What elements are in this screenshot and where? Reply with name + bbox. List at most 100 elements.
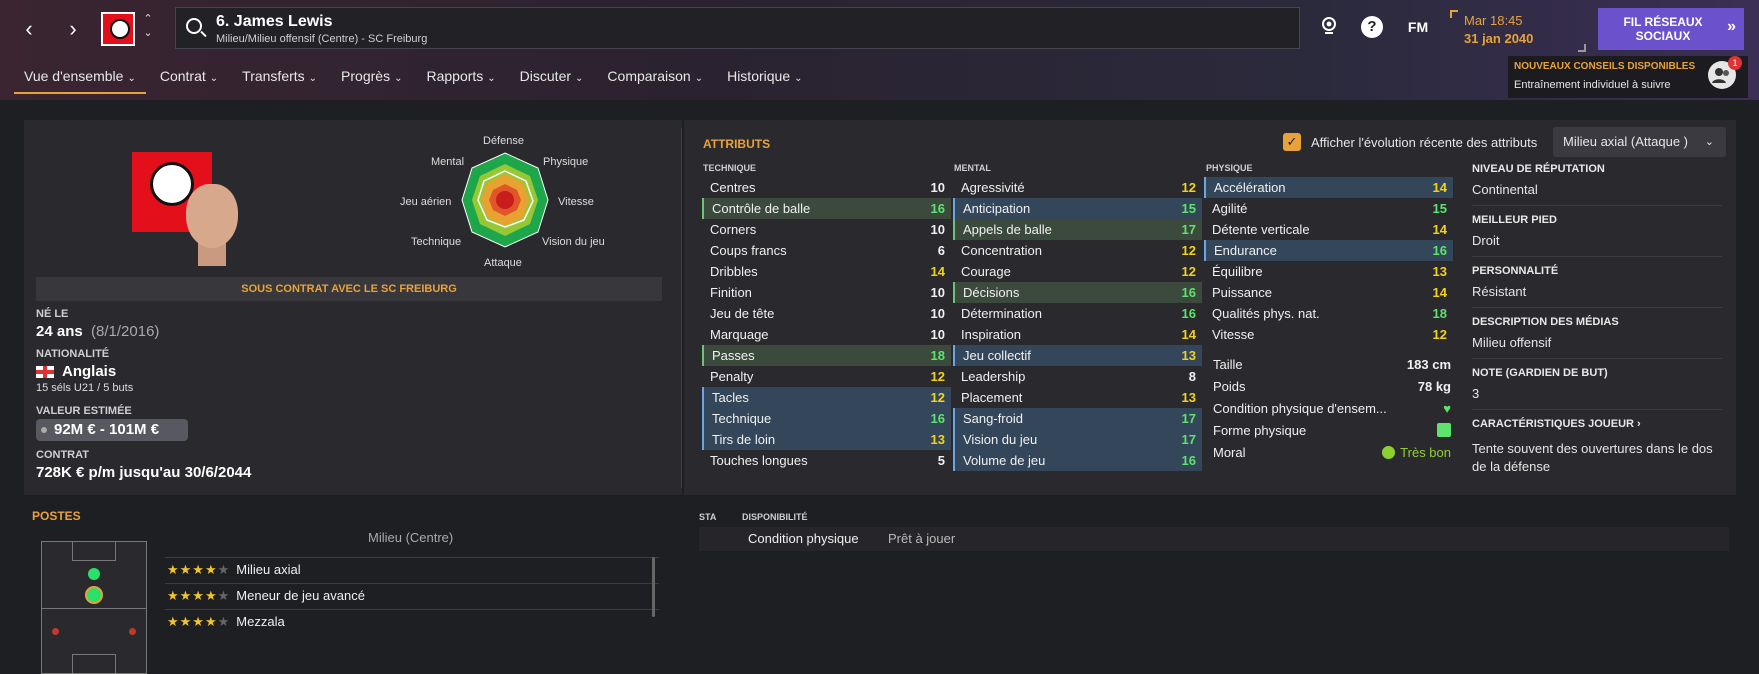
attribute-row[interactable]: Agilité 15 (1204, 198, 1453, 219)
double-chevron-icon: » (1727, 18, 1736, 35)
role-dropdown[interactable]: Milieu axial (Attaque ) ⌄ (1553, 127, 1726, 157)
player-name: 6. James Lewis (216, 13, 333, 30)
attribute-value: 18 (930, 348, 945, 363)
attribute-row[interactable]: Endurance 16 (1204, 240, 1453, 261)
attribute-name: Marquage (710, 327, 769, 342)
attribute-row[interactable]: Finition 10 (702, 282, 951, 303)
tab-1[interactable]: Contrat ⌄ (150, 64, 228, 94)
search-icon[interactable] (186, 18, 202, 34)
attribute-row[interactable]: Qualités phys. nat. 18 (1204, 303, 1453, 324)
attribute-row[interactable]: Corners 10 (702, 219, 951, 240)
attribute-row[interactable]: Décisions 16 (953, 282, 1202, 303)
attribute-row[interactable]: Dribbles 14 (702, 261, 951, 282)
attribute-row[interactable]: Détente verticale 14 (1204, 219, 1453, 240)
show-recent-checkbox[interactable]: ✓ (1283, 133, 1301, 151)
condition-row[interactable]: Condition physique d'ensem... ♥ (1213, 401, 1451, 416)
tab-5[interactable]: Discuter ⌄ (510, 64, 594, 94)
role-row[interactable]: ★★★★★ Milieu axial (165, 557, 659, 581)
attribute-row[interactable]: Concentration 12 (953, 240, 1202, 261)
fm-logo[interactable]: FM (1403, 16, 1433, 38)
form-row[interactable]: Forme physique (1213, 423, 1451, 438)
social-feed-button[interactable]: FIL RÉSEAUX SOCIAUX » (1598, 8, 1744, 50)
player-switch-icon[interactable]: ⌃ ⌄ (141, 12, 155, 40)
attribute-name: Placement (961, 390, 1023, 405)
tab-0[interactable]: Vue d'ensemble ⌄ (14, 64, 146, 94)
attribute-row[interactable]: Volume de jeu 16 (953, 450, 1202, 471)
nationality-value[interactable]: Anglais (36, 363, 116, 380)
role-row[interactable]: ★★★★★ Mezzala (165, 609, 659, 633)
attribute-value: 5 (937, 453, 945, 468)
position-pitch[interactable] (41, 541, 147, 674)
back-arrow-icon[interactable]: ‹ (17, 14, 41, 44)
tab-3[interactable]: Progrès ⌄ (331, 64, 412, 94)
attribute-row[interactable]: Détermination 16 (953, 303, 1202, 324)
condition-label: Condition physique d'ensem... (1213, 401, 1387, 416)
player-header-box[interactable]: 6. James Lewis Milieu/Milieu offensif (C… (175, 7, 1300, 49)
attribute-row[interactable]: Vitesse 12 (1204, 324, 1453, 345)
age: 24 ans (36, 323, 83, 340)
attribute-row[interactable]: Passes 18 (702, 345, 951, 366)
attribute-row[interactable]: Touches longues 5 (702, 450, 951, 471)
attribute-value: 17 (1181, 222, 1196, 237)
attribute-row[interactable]: Équilibre 13 (1204, 261, 1453, 282)
attribute-row[interactable]: Puissance 14 (1204, 282, 1453, 303)
date-display[interactable]: Mar 18:45 31 jan 2040 (1450, 10, 1586, 52)
attribute-row[interactable]: Anticipation 15 (953, 198, 1202, 219)
attribute-name: Puissance (1212, 285, 1272, 300)
attribute-row[interactable]: Centres 10 (702, 177, 951, 198)
traits-link[interactable]: CARACTÉRISTIQUES JOUEUR › (1472, 418, 1641, 430)
globe-icon[interactable] (1318, 16, 1340, 38)
attribute-row[interactable]: Appels de balle 17 (953, 219, 1202, 240)
foot-value: Droit (1472, 233, 1500, 248)
attribute-row[interactable]: Sang-froid 17 (953, 408, 1202, 429)
age-value: 24 ans (8/1/2016) (36, 323, 159, 340)
attribute-row[interactable]: Jeu de tête 10 (702, 303, 951, 324)
attribute-row[interactable]: Agressivité 12 (953, 177, 1202, 198)
attribute-row[interactable]: Placement 13 (953, 387, 1202, 408)
attribute-name: Décisions (963, 285, 1020, 300)
attribute-row[interactable]: Marquage 10 (702, 324, 951, 345)
attribute-row[interactable]: Leadership 8 (953, 366, 1202, 387)
club-badge-icon[interactable] (101, 12, 135, 46)
attribute-row[interactable]: Penalty 12 (702, 366, 951, 387)
forward-arrow-icon[interactable]: › (61, 14, 85, 44)
roles-scrollbar[interactable] (652, 557, 655, 617)
attribute-value: 15 (1432, 201, 1447, 216)
role-name: Mezzala (236, 614, 285, 629)
attribute-row[interactable]: Courage 12 (953, 261, 1202, 282)
help-icon[interactable]: ? (1361, 16, 1383, 38)
role-dropdown-value: Milieu axial (Attaque ) (1563, 134, 1688, 149)
attribute-row[interactable]: Tirs de loin 13 (702, 429, 951, 450)
attribute-row[interactable]: Technique 16 (702, 408, 951, 429)
tab-2[interactable]: Transferts ⌄ (232, 64, 327, 94)
attribute-name: Agilité (1212, 201, 1248, 216)
advice-notification[interactable]: NOUVEAUX CONSEILS DISPONIBLES Entraîneme… (1508, 56, 1748, 98)
attribute-radar[interactable] (460, 150, 550, 250)
attribute-value: 16 (1181, 306, 1196, 321)
attribute-row[interactable]: Tacles 12 (702, 387, 951, 408)
attribute-row[interactable]: Inspiration 14 (953, 324, 1202, 345)
attribute-row[interactable]: Vision du jeu 17 (953, 429, 1202, 450)
gk-label: NOTE (GARDIEN DE BUT) (1472, 367, 1608, 379)
attribute-name: Courage (961, 264, 1011, 279)
role-row[interactable]: ★★★★★ Meneur de jeu avancé (165, 583, 659, 607)
availability-row[interactable]: Condition physique Prêt à jouer (699, 527, 1729, 551)
attribute-row[interactable]: Contrôle de balle 16 (702, 198, 951, 219)
tab-7[interactable]: Historique ⌄ (717, 64, 812, 94)
attribute-row[interactable]: Coups francs 6 (702, 240, 951, 261)
tab-6[interactable]: Comparaison ⌄ (597, 64, 713, 94)
attribute-value: 10 (930, 306, 945, 321)
panel-divider (681, 128, 682, 488)
tab-4[interactable]: Rapports ⌄ (416, 64, 505, 94)
positions-title: POSTES (32, 509, 81, 523)
attribute-row[interactable]: Accélération 14 (1204, 177, 1453, 198)
value-pill[interactable]: 92M € - 101M € (36, 419, 188, 441)
attribute-value: 17 (1181, 432, 1196, 447)
attribute-name: Coups francs (710, 243, 787, 258)
attribute-row[interactable]: Jeu collectif 13 (953, 345, 1202, 366)
attribute-value: 12 (1181, 243, 1196, 258)
attribute-name: Volume de jeu (963, 453, 1046, 468)
morale-row[interactable]: Moral Très bon (1213, 445, 1451, 460)
main-position: Milieu (Centre) (368, 530, 454, 545)
technique-header: TECHNIQUE (703, 163, 757, 173)
